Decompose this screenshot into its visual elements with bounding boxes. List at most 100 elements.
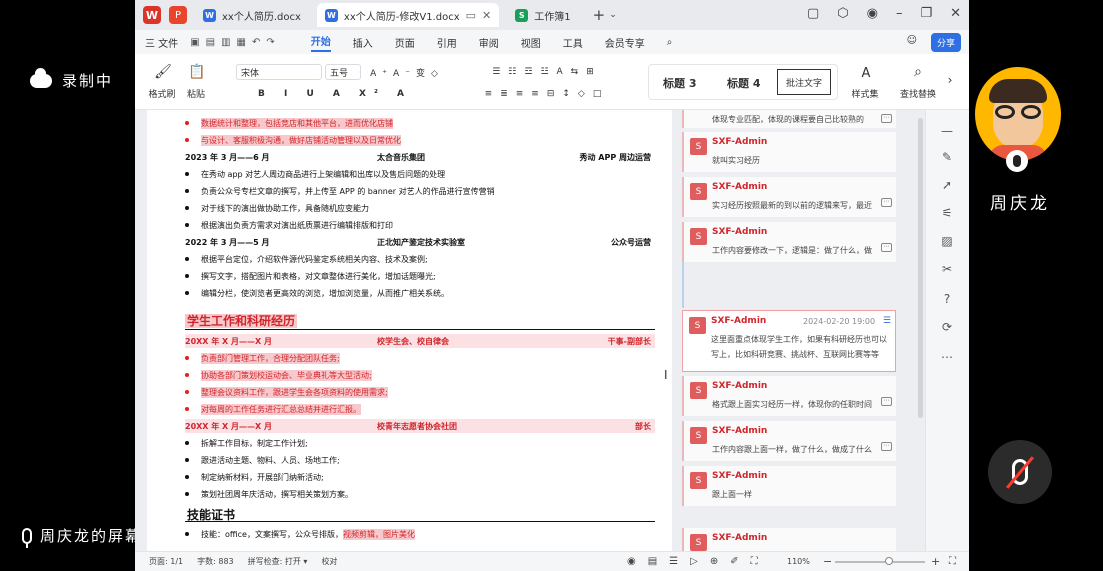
job-header[interactable]: 20XX 年 X 月——X 月校青年志愿者协会社团 部长 — [185, 419, 655, 433]
text-line[interactable]: 跟进活动主题、物料、人员、场地工作; — [201, 455, 340, 466]
wps-logo-icon[interactable]: W — [143, 6, 161, 24]
tab-workbook[interactable]: S 工作簿1 — [507, 3, 578, 27]
document-page[interactable]: 数据统计和整理，包括竞店和其他平台，进而优化店铺 与设计、客服积极沟通，做好店铺… — [147, 110, 672, 551]
comment-card[interactable]: S SXF-Admin 工作内容要修改一下，逻辑是：做了什么，做 ⋯ — [682, 222, 896, 262]
shield-icon[interactable]: ⬡ — [837, 6, 848, 21]
text-line[interactable]: 拆解工作目标，制定工作计划; — [201, 438, 308, 449]
close-icon[interactable]: ✕ — [950, 6, 961, 21]
restore-icon[interactable]: ▢ — [807, 6, 819, 21]
text-line[interactable]: 制定纳新材料，开展部门纳新活动; — [201, 472, 324, 483]
chevron-down-icon[interactable]: ⌄ — [609, 10, 617, 20]
zoom-level[interactable]: 110% — [787, 557, 810, 566]
more-icon[interactable]: ⋯ — [881, 442, 892, 451]
zoom-in-icon[interactable]: + — [931, 555, 940, 568]
text-line[interactable]: 对每周的工作任务进行汇总总结并进行汇报。 — [201, 403, 361, 415]
text-line-highlight[interactable]: 视频剪辑，图片美化 — [342, 528, 415, 540]
quick-access-icons[interactable]: ▣▤▥▦↶↷ — [190, 37, 281, 48]
format-painter-icon[interactable]: 🖌 — [151, 60, 175, 84]
menu-page[interactable]: 页面 — [395, 35, 415, 50]
text-line[interactable]: 技能：office，文案撰写，公众号排版， — [201, 529, 343, 540]
menu-file[interactable]: 三 文件 — [145, 35, 178, 50]
vertical-scrollbar[interactable] — [918, 118, 923, 418]
job-header[interactable]: 20XX 年 X 月——X 月校学生会、校自律会 干事-副部长 — [185, 334, 655, 348]
comment-card[interactable]: S SXF-Admin 就叫实习经历 — [682, 132, 896, 172]
paste-label[interactable]: 粘贴 — [181, 87, 211, 100]
share-button[interactable]: 分享 — [930, 33, 961, 52]
view-mode-icons[interactable]: ◉▤☰▷⊕✐⛶ — [627, 556, 770, 567]
help-icon[interactable]: ? — [938, 290, 956, 308]
globe-icon[interactable]: ◉ — [867, 6, 878, 21]
image-icon[interactable]: ▨ — [938, 232, 956, 250]
paragraph-buttons[interactable]: ☰☷☲☳A⇆⊞ — [457, 64, 637, 80]
comment-card[interactable]: S SXF-Admin — [682, 528, 896, 551]
comment-card[interactable]: 体现专业匹配，体现的课程要自己比较熟的 ⋯ — [682, 110, 896, 128]
text-line[interactable]: 根据演出负责方需求对演出纸质票进行编辑排版和打印 — [201, 220, 393, 231]
zoom-out-icon[interactable]: − — [823, 555, 832, 568]
section-heading[interactable]: 学生工作和科研经历 — [185, 312, 655, 330]
style-set-icon[interactable]: A — [851, 64, 881, 82]
find-replace-icon[interactable]: ⌕ — [903, 62, 933, 82]
list-icon[interactable]: ☰ — [883, 316, 891, 326]
style-set-label[interactable]: 样式集 — [845, 87, 885, 100]
text-line[interactable]: 对于线下的演出做协助工作，具备随机应变能力 — [201, 203, 369, 214]
page-indicator[interactable]: 页面: 1/1 — [149, 556, 183, 567]
comment-card[interactable]: S SXF-Admin 跟上面一样 — [682, 466, 896, 506]
chevron-right-icon[interactable]: › — [943, 72, 957, 88]
minimize-icon[interactable]: – — [896, 6, 903, 21]
text-line[interactable]: 整理会议资料工作，跟进学生会各项资料的使用需求; — [201, 386, 388, 398]
zoom-slider-handle[interactable] — [885, 557, 893, 565]
search-icon[interactable]: ⌕ — [667, 37, 673, 48]
more-icon[interactable]: ⋯ — [881, 198, 892, 207]
tools-icon[interactable]: ✂ — [938, 260, 956, 278]
text-line[interactable]: 与设计、客服积极沟通，做好店铺活动管理以及日常优化 — [201, 134, 401, 146]
more-icon[interactable]: ⋯ — [881, 243, 892, 252]
paste-icon[interactable]: 📋 — [185, 60, 209, 84]
font-grow-shrink-icons[interactable]: A⁺A⁻变◇ — [367, 64, 447, 80]
more-icon[interactable]: ⋯ — [881, 114, 892, 123]
job-header[interactable]: 2022 年 3 月——5 月正北知产鉴定技术实验室 公众号运营 — [185, 235, 655, 249]
style-heading-3[interactable]: 标题 3 — [663, 75, 696, 91]
find-replace-label[interactable]: 查找替换 — [895, 87, 941, 100]
section-heading[interactable]: 技能证书 — [185, 506, 655, 522]
text-line[interactable]: 策划社团周年庆活动，撰写相关策划方案。 — [201, 489, 353, 500]
maximize-icon[interactable]: ❐ — [920, 6, 932, 21]
comment-card[interactable]: S SXF-Admin 实习经历按照最新的到以前的逻辑来写，最近 ⋯ — [682, 177, 896, 217]
zoom-slider[interactable] — [835, 561, 925, 563]
font-style-buttons[interactable]: B I U A X² A — [235, 86, 435, 102]
text-line[interactable]: 协助各部门策划校运动会、毕业典礼等大型活动; — [201, 369, 372, 381]
menu-review[interactable]: 审阅 — [479, 35, 499, 50]
cursor-icon[interactable]: ➚ — [938, 176, 956, 194]
smile-icon[interactable]: ☺ — [907, 35, 917, 46]
text-line[interactable]: 编辑分栏，使浏览者更高效的浏览，增加浏览量，从而推广相关系统。 — [201, 288, 449, 299]
more-icon[interactable]: ⋯ — [881, 397, 892, 406]
tab-document-2[interactable]: W xx个人简历-修改V1.docx ▭ ✕ — [316, 3, 500, 27]
menu-references[interactable]: 引用 — [437, 35, 457, 50]
pen-icon[interactable]: ✎ — [938, 148, 956, 166]
mute-microphone-button[interactable] — [988, 440, 1052, 504]
job-header[interactable]: 2023 年 3 月——6 月太合音乐集团 秀动 APP 周边运营 — [185, 150, 655, 164]
text-line[interactable]: 负责部门管理工作，合理分配团队任务; — [201, 352, 340, 364]
comment-card[interactable]: S SXF-Admin 格式跟上面实习经历一样，体现你的任职时间 ⋯ — [682, 376, 896, 416]
sliders-icon[interactable]: ⚟ — [938, 204, 956, 222]
menu-view[interactable]: 视图 — [521, 35, 541, 50]
text-line[interactable]: 撰写文字，搭配图片和表格，对文章整体进行美化，增加话题曝光; — [201, 271, 436, 282]
menu-home[interactable]: 开始 — [310, 33, 331, 52]
style-heading-4[interactable]: 标题 4 — [727, 75, 760, 91]
fullscreen-icon[interactable]: ⛶ — [949, 556, 956, 567]
pdf-app-icon[interactable]: P — [169, 6, 187, 24]
style-gallery[interactable]: 标题 3 标题 4 批注文字 — [648, 64, 838, 100]
alignment-buttons[interactable]: ≡≣≡≡⊟↕◇□ — [457, 86, 637, 102]
font-family-select[interactable]: 宋体 — [236, 64, 322, 80]
menu-tools[interactable]: 工具 — [563, 35, 583, 50]
text-line[interactable]: 根据平台定位，介绍软件源代码鉴定系统相关内容、技术及案例; — [201, 254, 428, 265]
text-line[interactable]: 负责公众号专栏文章的撰写，并上传至 APP 的 banner 对艺人的作品进行宣… — [201, 186, 495, 197]
tab-pin-icon[interactable]: ▭ — [466, 9, 476, 22]
word-count[interactable]: 字数: 883 — [197, 556, 234, 567]
comment-card-active[interactable]: S SXF-Admin 2024-02-20 19:00 这里面重点体现学生工作… — [682, 310, 896, 372]
spell-check-toggle[interactable]: 拼写检查: 打开 ▾ — [248, 556, 308, 567]
new-tab-icon[interactable]: + — [593, 6, 606, 24]
menu-membership[interactable]: 会员专享 — [605, 35, 645, 50]
tab-close-icon[interactable]: ✕ — [482, 9, 491, 22]
proofread-button[interactable]: 校对 — [321, 556, 337, 567]
text-line[interactable]: 在秀动 app 对艺人周边商品进行上架编辑和出库以及售后问题的处理 — [201, 169, 445, 180]
